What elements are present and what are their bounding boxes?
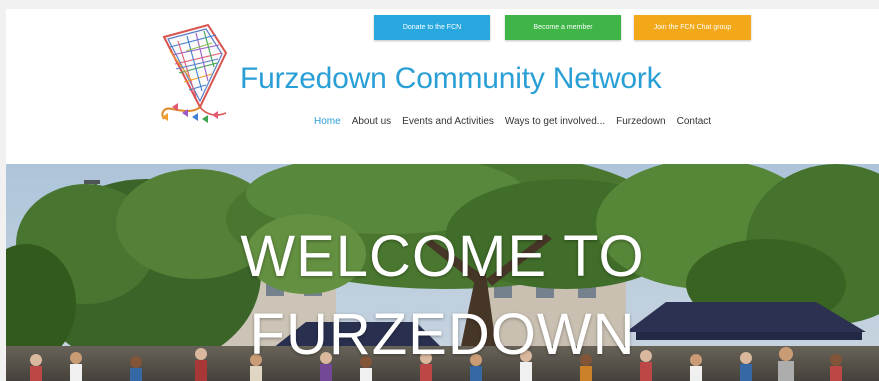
- nav-events-and-activities[interactable]: Events and Activities: [402, 115, 494, 129]
- nav-home[interactable]: Home: [314, 115, 341, 129]
- site-header: Donate to the FCN Become a member Join t…: [6, 9, 879, 164]
- nav-ways-to-get-involved[interactable]: Ways to get involved...: [505, 115, 605, 129]
- page: Donate to the FCN Become a member Join t…: [0, 0, 879, 381]
- join-chat-button[interactable]: Join the FCN Chat group: [634, 15, 751, 40]
- main-nav: Home About us Events and Activities Ways…: [314, 115, 722, 129]
- site-title[interactable]: Furzedown Community Network: [240, 61, 662, 97]
- nav-contact[interactable]: Contact: [677, 115, 711, 129]
- nav-about-us[interactable]: About us: [352, 115, 391, 129]
- hero-photo: [6, 164, 879, 381]
- kite-logo-icon[interactable]: [156, 23, 236, 129]
- nav-furzedown[interactable]: Furzedown: [616, 115, 665, 129]
- donate-button[interactable]: Donate to the FCN: [374, 15, 490, 40]
- hero-banner: WELCOME TO FURZEDOWN: [6, 164, 879, 381]
- become-member-button[interactable]: Become a member: [505, 15, 621, 40]
